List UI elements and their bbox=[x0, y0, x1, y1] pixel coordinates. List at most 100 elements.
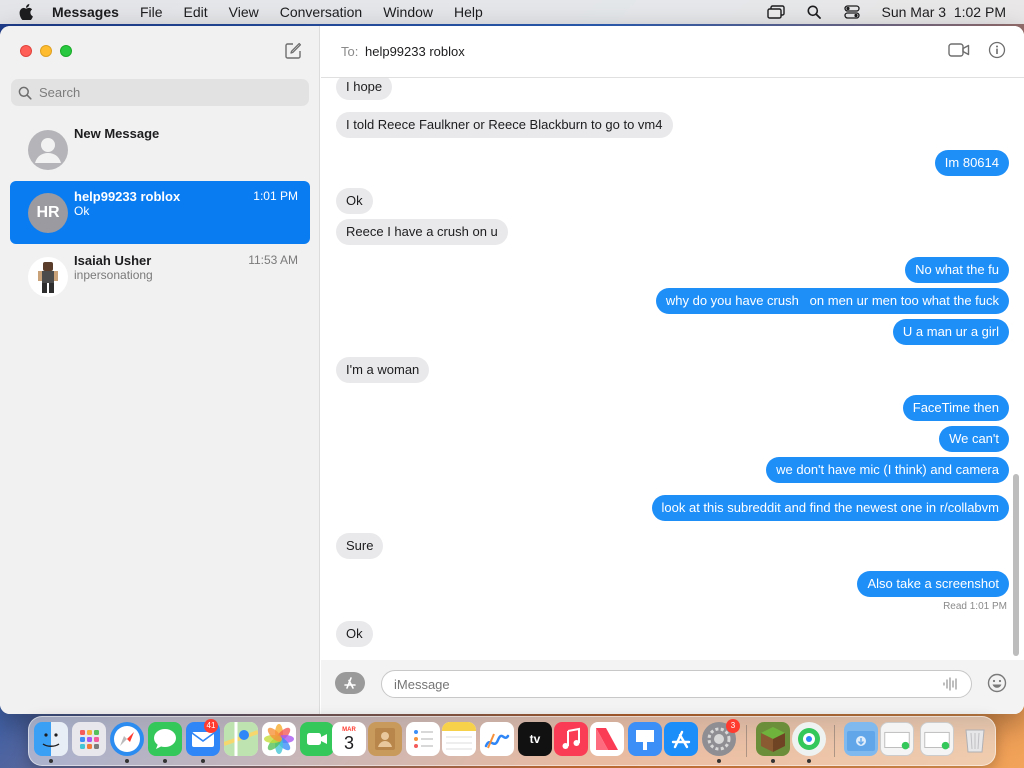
received-message[interactable]: Ok bbox=[336, 188, 373, 214]
sent-message[interactable]: No what the fu bbox=[905, 257, 1009, 283]
keynote-icon[interactable] bbox=[628, 722, 662, 756]
conversation-name: help99233 roblox bbox=[74, 189, 181, 204]
notes-icon[interactable] bbox=[442, 722, 476, 756]
find-my-running-indicator bbox=[807, 759, 811, 763]
menu-edit[interactable]: Edit bbox=[184, 4, 208, 20]
received-message[interactable]: I told Reece Faulkner or Reece Blackburn… bbox=[336, 112, 673, 138]
screen-mirroring-icon[interactable] bbox=[767, 5, 786, 19]
conversation-new-message[interactable]: New Message bbox=[10, 118, 310, 181]
news-icon[interactable] bbox=[590, 722, 624, 756]
scrollbar-thumb[interactable] bbox=[1013, 474, 1019, 656]
finder-icon[interactable] bbox=[34, 722, 68, 756]
read-receipt: Read 1:01 PM bbox=[943, 601, 1007, 612]
apps-button[interactable] bbox=[335, 672, 365, 694]
conversation-name: New Message bbox=[74, 126, 160, 141]
conversation-preview: inpersonationg bbox=[74, 268, 153, 282]
sent-message[interactable]: We can't bbox=[939, 426, 1009, 452]
search-field[interactable]: Search bbox=[11, 79, 309, 106]
messages-icon[interactable] bbox=[148, 722, 182, 756]
received-message[interactable]: Sure bbox=[336, 533, 384, 559]
menu-app-messages[interactable]: Messages bbox=[52, 4, 119, 20]
menu-conversation[interactable]: Conversation bbox=[280, 4, 363, 20]
to-label: To: bbox=[341, 44, 359, 59]
mail-badge: 41 bbox=[204, 719, 218, 733]
apple-menu-icon[interactable] bbox=[0, 4, 52, 20]
sent-message[interactable]: U a man ur a girl bbox=[892, 319, 1009, 345]
screenshot-2-icon[interactable] bbox=[920, 722, 954, 756]
recipient-name[interactable]: help99233 roblox bbox=[365, 44, 465, 59]
messages-running-indicator bbox=[163, 759, 167, 763]
calendar-day: 3 bbox=[343, 732, 354, 753]
conversation-help99233-roblox[interactable]: HR help99233 roblox Ok 1:01 PM bbox=[10, 181, 310, 244]
facetime-video-icon[interactable] bbox=[948, 42, 970, 58]
dock: 41 MAR 3 tv 3 bbox=[28, 716, 996, 766]
menu-help[interactable]: Help bbox=[454, 4, 483, 20]
conversation-time: 11:53 AM bbox=[248, 253, 298, 267]
window-controls bbox=[20, 45, 72, 57]
trash-icon[interactable] bbox=[958, 722, 992, 756]
menu-window[interactable]: Window bbox=[383, 4, 433, 20]
menu-bar: Messages File Edit View Conversation Win… bbox=[0, 0, 1024, 24]
messages-window: Search New Message HR help99233 roblox O… bbox=[0, 26, 1024, 714]
photos-icon[interactable] bbox=[262, 722, 296, 756]
audio-message-icon[interactable] bbox=[943, 677, 959, 691]
app-store-icon[interactable] bbox=[664, 722, 698, 756]
minecraft-icon[interactable] bbox=[756, 722, 790, 756]
sent-message[interactable]: FaceTime then bbox=[902, 395, 1009, 421]
system-settings-badge: 3 bbox=[726, 719, 740, 733]
sent-message[interactable]: we don't have mic (I think) and camera bbox=[766, 457, 1009, 483]
compose-bar bbox=[321, 660, 1024, 714]
mail-running-indicator bbox=[201, 759, 205, 763]
dock-separator bbox=[746, 725, 747, 757]
facetime-icon[interactable] bbox=[300, 722, 334, 756]
zoom-window-button[interactable] bbox=[60, 45, 72, 57]
minimize-window-button[interactable] bbox=[40, 45, 52, 57]
app-store-a-icon bbox=[344, 677, 356, 689]
message-transcript[interactable]: I hope I told Reece Faulkner or Reece Bl… bbox=[321, 78, 1024, 660]
search-icon bbox=[18, 86, 32, 100]
emoji-icon[interactable] bbox=[987, 673, 1007, 693]
downloads-folder-icon[interactable] bbox=[844, 722, 878, 756]
freeform-icon[interactable] bbox=[480, 722, 514, 756]
chat-header: To: help99233 roblox bbox=[321, 26, 1024, 78]
system-settings-running-indicator bbox=[717, 759, 721, 763]
reminders-icon[interactable] bbox=[406, 722, 440, 756]
sent-message[interactable]: Im 80614 bbox=[934, 150, 1009, 176]
launchpad-icon[interactable] bbox=[72, 722, 106, 756]
conversation-time: 1:01 PM bbox=[253, 189, 298, 203]
menu-file[interactable]: File bbox=[140, 4, 163, 20]
info-icon[interactable] bbox=[988, 41, 1006, 59]
finder-running-indicator bbox=[49, 759, 53, 763]
conversation-preview: Ok bbox=[74, 204, 90, 218]
maps-icon[interactable] bbox=[224, 722, 258, 756]
person-icon bbox=[28, 130, 68, 170]
received-message[interactable]: I'm a woman bbox=[336, 357, 430, 383]
contacts-icon[interactable] bbox=[368, 722, 402, 756]
message-input[interactable] bbox=[381, 670, 972, 698]
conversation-name: Isaiah Usher bbox=[74, 253, 152, 268]
control-center-icon[interactable] bbox=[843, 5, 861, 19]
spotlight-search-icon[interactable] bbox=[805, 5, 823, 19]
avatar: HR bbox=[28, 193, 68, 233]
received-message[interactable]: Ok bbox=[336, 621, 373, 647]
received-message[interactable]: I hope bbox=[336, 78, 393, 100]
find-my-icon[interactable] bbox=[792, 722, 826, 756]
tv-icon[interactable]: tv bbox=[518, 722, 552, 756]
menu-view[interactable]: View bbox=[229, 4, 259, 20]
menubar-clock[interactable]: Sun Mar 3 1:02 PM bbox=[881, 4, 1006, 20]
sent-message[interactable]: why do you have crush on men ur men too … bbox=[655, 288, 1009, 314]
sidebar: Search New Message HR help99233 roblox O… bbox=[0, 26, 320, 714]
received-message[interactable]: Reece I have a crush on u bbox=[336, 219, 508, 245]
conversation-isaiah-usher[interactable]: Isaiah Usher inpersonationg 11:53 AM bbox=[10, 245, 310, 308]
chat-pane: To: help99233 roblox I hope I told Reece… bbox=[321, 26, 1024, 714]
sent-message[interactable]: Also take a screenshot bbox=[857, 571, 1009, 597]
safari-icon[interactable] bbox=[110, 722, 144, 756]
close-window-button[interactable] bbox=[20, 45, 32, 57]
tv-label: tv bbox=[529, 732, 541, 746]
music-icon[interactable] bbox=[554, 722, 588, 756]
search-placeholder: Search bbox=[39, 85, 81, 100]
sent-message[interactable]: look at this subreddit and find the newe… bbox=[651, 495, 1009, 521]
screenshot-icon[interactable] bbox=[880, 722, 914, 756]
calendar-icon[interactable]: MAR 3 bbox=[332, 722, 366, 756]
compose-icon[interactable] bbox=[284, 42, 302, 60]
